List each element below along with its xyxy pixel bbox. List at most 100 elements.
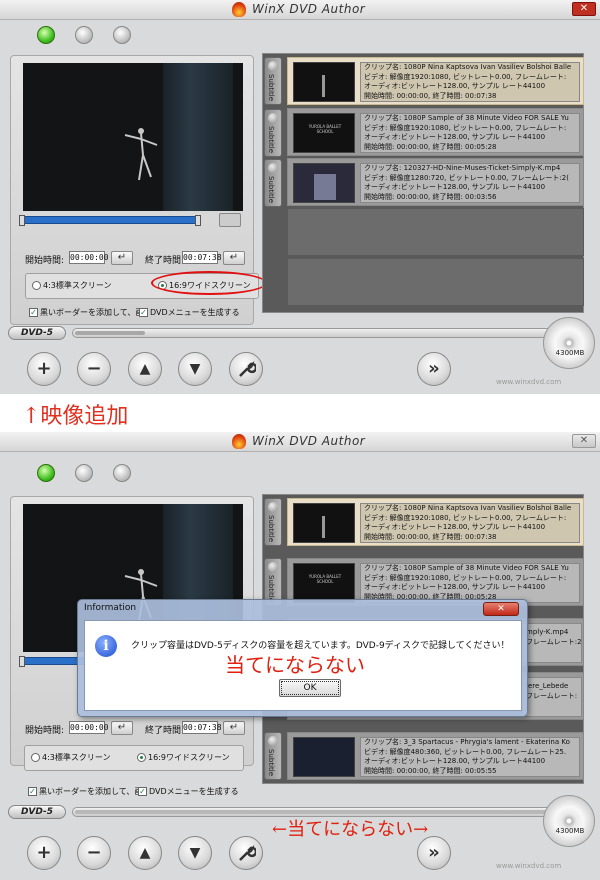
status-led-green[interactable] [37, 464, 55, 482]
seek-start-handle[interactable] [19, 215, 25, 226]
dancer-image [124, 128, 158, 181]
black-border-check[interactable]: ✓ [29, 308, 38, 317]
annotation-capacity-unreliable: ←当てにならない→ [272, 819, 429, 840]
set-end-button[interactable]: ↵ [223, 251, 245, 265]
info-icon: i [95, 635, 117, 657]
empty-clip-slot[interactable] [287, 258, 584, 306]
clip-thumbnail [293, 503, 355, 543]
radio-4-3-dot[interactable] [31, 753, 40, 762]
dvd-menu-check[interactable]: ✓ [138, 787, 147, 796]
remove-button[interactable]: − [77, 352, 111, 386]
app-logo-icon [232, 434, 246, 449]
close-button[interactable]: ✕ [572, 2, 596, 16]
remove-button[interactable]: − [77, 836, 111, 870]
dvd-menu-check[interactable]: ✓ [139, 308, 148, 317]
start-time-input[interactable]: 00:00:00 [69, 721, 109, 734]
subtitle-tab[interactable]: Subtitle [264, 732, 282, 780]
clip-info: mply-K.mp4 フレームレート:2! [522, 623, 582, 663]
next-button[interactable]: » [417, 836, 451, 870]
disc-capacity: 4300MB [555, 827, 585, 835]
caption-add-video: ↑映像追加 [22, 404, 129, 429]
title-bar: WinX DVD Author ✕ [0, 432, 600, 452]
status-led[interactable] [113, 26, 131, 44]
start-time-label: 開始時間: [25, 256, 65, 266]
clip-thumbnail [293, 62, 355, 102]
subtitle-tab[interactable]: Subtitle [264, 57, 282, 105]
website-label: www.winxdvd.com [496, 378, 562, 386]
set-end-button[interactable]: ↵ [223, 721, 245, 735]
set-start-button[interactable]: ↵ [111, 721, 133, 735]
move-down-button[interactable]: ▼ [178, 836, 212, 870]
start-time-input[interactable]: 00:00:00 [69, 251, 109, 264]
add-button[interactable]: + [27, 836, 61, 870]
dvd-format-selector[interactable]: DVD-5 [8, 326, 66, 340]
clip-thumbnail [293, 737, 355, 777]
clip-info: lere_Lebede フレームレート: [522, 677, 582, 717]
status-led[interactable] [113, 464, 131, 482]
capacity-fill [75, 810, 551, 814]
aspect-ratio-group: 4:3標準スクリーン 16:9ワイドスクリーン [25, 271, 267, 299]
black-border-label: 黒いボーダーを添加して、画 [40, 308, 144, 317]
status-led[interactable] [75, 464, 93, 482]
black-border-checkbox[interactable]: ✓ 黒いボーダーを添加して、画 [28, 786, 142, 797]
set-start-button[interactable]: ↵ [111, 251, 133, 265]
app-window-top: WinX DVD Author ✕ 開始時間: 00:00:00 ↵ 終了時間:… [0, 0, 600, 394]
capacity-bar [72, 328, 552, 338]
move-down-button[interactable]: ▼ [178, 352, 212, 386]
clip-info: クリップ名: 1080P Nina Kaptsova Ivan Vasiliev… [360, 503, 580, 543]
subtitle-tab[interactable]: Subtitle [264, 498, 282, 546]
radio-16-9[interactable]: 16:9ワイドスクリーン [137, 752, 230, 763]
add-button[interactable]: + [27, 352, 61, 386]
radio-16-9-label: 16:9ワイドスクリーン [148, 753, 230, 762]
dialog-title: Information [84, 603, 137, 613]
subtitle-tab[interactable]: Subtitle [264, 159, 282, 207]
radio-4-3[interactable]: 4:3標準スクリーン [31, 752, 110, 763]
status-led-green[interactable] [37, 26, 55, 44]
status-led[interactable] [75, 26, 93, 44]
end-time-input[interactable]: 00:07:38 [182, 251, 222, 264]
clip-row[interactable]: クリップ名: 3_3 Spartacus - Phrygia's lament … [287, 732, 584, 780]
dvd-menu-checkbox[interactable]: ✓ DVDメニューを生成する [139, 307, 240, 318]
close-button[interactable]: ✕ [572, 434, 596, 448]
snapshot-button[interactable] [219, 213, 241, 227]
seek-bar[interactable] [19, 215, 201, 226]
end-time-input[interactable]: 00:07:38 [182, 721, 222, 734]
clip-row[interactable]: クリップ名: 1080P Nina Kaptsova Ivan Vasiliev… [287, 57, 584, 105]
empty-clip-slot[interactable] [287, 208, 584, 256]
clip-thumbnail: YUROLA BALLET SCHOOL [293, 563, 355, 603]
next-button[interactable]: » [417, 352, 451, 386]
radio-16-9-dot[interactable] [137, 753, 146, 762]
end-time-label: 終了時間: [145, 256, 185, 266]
dialog-close-button[interactable]: ✕ [483, 602, 519, 616]
disc-icon: 4300MB [543, 317, 595, 369]
seek-end-handle[interactable] [195, 215, 201, 226]
clip-row[interactable]: クリップ名: 120327-HD-Nine-Muses-Ticket-Simpl… [287, 158, 584, 206]
clip-thumbnail: YUROLA BALLET SCHOOL [293, 113, 355, 153]
radio-4-3-dot[interactable] [32, 281, 41, 290]
black-border-label: 黒いボーダーを添加して、画 [39, 787, 143, 796]
dvd-format-selector[interactable]: DVD-5 [8, 805, 66, 819]
move-up-button[interactable]: ▲ [128, 352, 162, 386]
clip-row[interactable]: YUROLA BALLET SCHOOL クリップ名: 1080P Sample… [287, 108, 584, 156]
settings-button[interactable] [229, 352, 263, 386]
seek-start-handle[interactable] [19, 656, 25, 667]
video-curtain [163, 63, 233, 211]
move-up-button[interactable]: ▲ [128, 836, 162, 870]
radio-4-3[interactable]: 4:3標準スクリーン [32, 280, 111, 291]
black-border-checkbox[interactable]: ✓ 黒いボーダーを添加して、画 [29, 307, 143, 318]
aspect-ratio-group: 4:3標準スクリーン 16:9ワイドスクリーン [24, 745, 244, 771]
highlight-ellipse [151, 271, 267, 295]
clip-row[interactable]: クリップ名: 1080P Nina Kaptsova Ivan Vasiliev… [287, 498, 584, 546]
subtitle-tab[interactable]: Subtitle [264, 109, 282, 157]
ok-button[interactable]: OK [279, 679, 341, 697]
end-time-label: 終了時間: [145, 726, 185, 736]
black-border-check[interactable]: ✓ [28, 787, 37, 796]
dvd-menu-label: DVDメニューを生成する [150, 308, 240, 317]
dvd-menu-checkbox[interactable]: ✓ DVDメニューを生成する [138, 786, 239, 797]
disc-icon: 4300MB [543, 795, 595, 847]
app-title: WinX DVD Author [252, 434, 366, 448]
radio-4-3-label: 4:3標準スクリーン [43, 281, 112, 290]
title-bar: WinX DVD Author ✕ [0, 0, 600, 20]
settings-button[interactable] [229, 836, 263, 870]
annotation-unreliable: 当てにならない [225, 653, 365, 677]
